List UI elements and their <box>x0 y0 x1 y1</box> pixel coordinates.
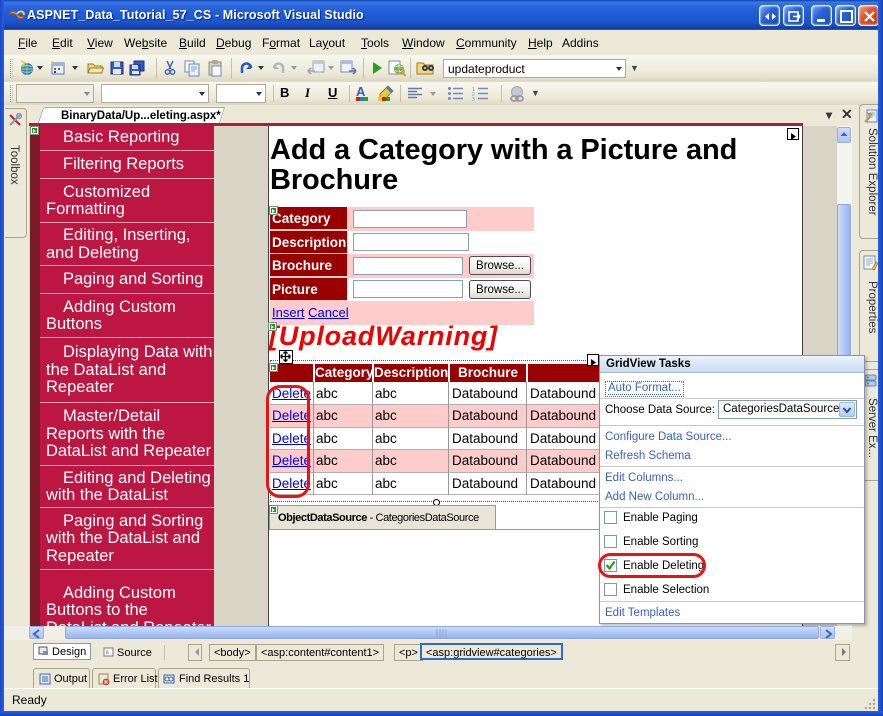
svg-text:3: 3 <box>472 97 475 101</box>
